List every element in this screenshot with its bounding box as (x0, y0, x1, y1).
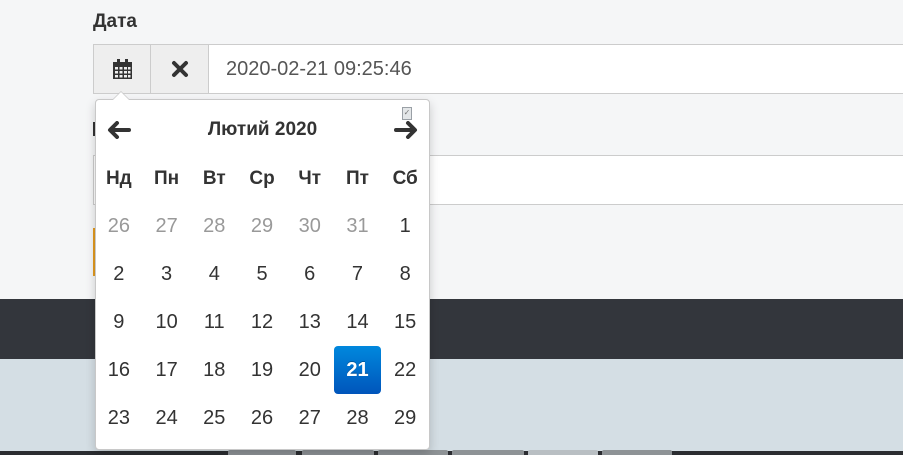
calendar-day[interactable]: 8 (381, 250, 429, 298)
calendar-grid: Нд Пн Вт Ср Чт Пт Сб 26 27 28 29 30 31 1 2 3 4 5 6 7 8 9 10 11… (96, 156, 429, 442)
calendar-day[interactable]: 27 (143, 202, 191, 250)
calendar-day[interactable]: 29 (238, 202, 286, 250)
calendar-day[interactable]: 22 (381, 346, 429, 394)
calendar-day[interactable]: 4 (190, 250, 238, 298)
calendar-day[interactable]: 25 (190, 394, 238, 442)
date-field-label: Дата (93, 11, 137, 32)
weekday-label: Ср (249, 168, 275, 189)
next-month-button[interactable] (388, 112, 424, 148)
taskbar-item[interactable] (302, 450, 374, 455)
calendar-day[interactable]: 28 (190, 202, 238, 250)
calendar-day[interactable]: 17 (143, 346, 191, 394)
calendar-day[interactable]: 9 (95, 298, 143, 346)
calendar-day[interactable]: 14 (334, 298, 382, 346)
calendar-day[interactable]: 3 (143, 250, 191, 298)
calendar-week-row: 9 10 11 12 13 14 15 (96, 298, 429, 346)
prev-month-button[interactable] (101, 112, 137, 148)
calendar-day[interactable]: 5 (238, 250, 286, 298)
weekday-label: Чт (298, 168, 322, 189)
calendar-day[interactable]: 23 (95, 394, 143, 442)
calendar-day[interactable]: 18 (190, 346, 238, 394)
weekday-label: Пн (154, 168, 180, 189)
taskbar-item[interactable] (452, 450, 524, 455)
calendar-day[interactable]: 6 (286, 250, 334, 298)
calendar-day[interactable]: 24 (143, 394, 191, 442)
taskbar-item[interactable] (228, 450, 296, 455)
calendar-day[interactable]: 15 (381, 298, 429, 346)
arrow-right-icon (394, 121, 417, 139)
clear-button[interactable] (151, 44, 209, 94)
calendar-day[interactable]: 20 (286, 346, 334, 394)
calendar-day[interactable]: 10 (143, 298, 191, 346)
calendar-week-row: 2345678 (96, 250, 429, 298)
calendar-day[interactable]: 30 (286, 202, 334, 250)
calendar-week-row: 26 27 28 29 30 31 1 (96, 202, 429, 250)
calendar-day[interactable]: 31 (334, 202, 382, 250)
calendar-day[interactable]: 19 (238, 346, 286, 394)
calendar-day[interactable]: 12 (238, 298, 286, 346)
calendar-day[interactable]: 2 (95, 250, 143, 298)
calendar-day[interactable]: 16 (95, 346, 143, 394)
calendar-day[interactable]: 26 (95, 202, 143, 250)
date-input[interactable] (209, 44, 903, 94)
calendar-day[interactable]: 29 (381, 394, 429, 442)
weekday-label: Вт (202, 168, 226, 189)
calendar-week-row: 23 24 25 26 27 28 29 (96, 394, 429, 442)
taskbar-item[interactable] (528, 450, 598, 455)
calendar-button[interactable] (93, 44, 151, 94)
calendar-day[interactable]: 26 (238, 394, 286, 442)
month-title[interactable]: Лютий 2020 (156, 112, 369, 148)
taskbar-item[interactable] (602, 450, 672, 455)
calendar-day[interactable]: 13 (286, 298, 334, 346)
weekday-header-row: Нд Пн Вт Ср Чт Пт Сб (96, 156, 429, 202)
calendar-day[interactable]: 11 (190, 298, 238, 346)
calendar-day[interactable]: 1 (381, 202, 429, 250)
weekday-label: Нд (105, 168, 132, 189)
calendar-day[interactable]: 28 (334, 394, 382, 442)
datepicker-popup: ✓ Лютий 2020 Нд Пн Вт Ср Чт Пт Сб 26 27 28 29 30 31… (95, 91, 430, 450)
calendar-week-row: 16 17 18 19 20 21 22 (96, 346, 429, 394)
datepicker-header: Лютий 2020 (96, 112, 429, 148)
weekday-label: Пт (345, 168, 369, 189)
arrow-left-icon (108, 121, 131, 139)
popup-caret-fill (113, 92, 129, 100)
calendar-day[interactable]: 7 (334, 250, 382, 298)
date-input-group (93, 44, 903, 94)
taskbar-item[interactable] (378, 450, 448, 455)
close-icon (171, 61, 188, 77)
calendar-icon (112, 58, 132, 79)
calendar-day-selected[interactable]: 21 (333, 346, 382, 394)
weekday-label: Сб (392, 168, 418, 189)
calendar-day[interactable]: 27 (286, 394, 334, 442)
